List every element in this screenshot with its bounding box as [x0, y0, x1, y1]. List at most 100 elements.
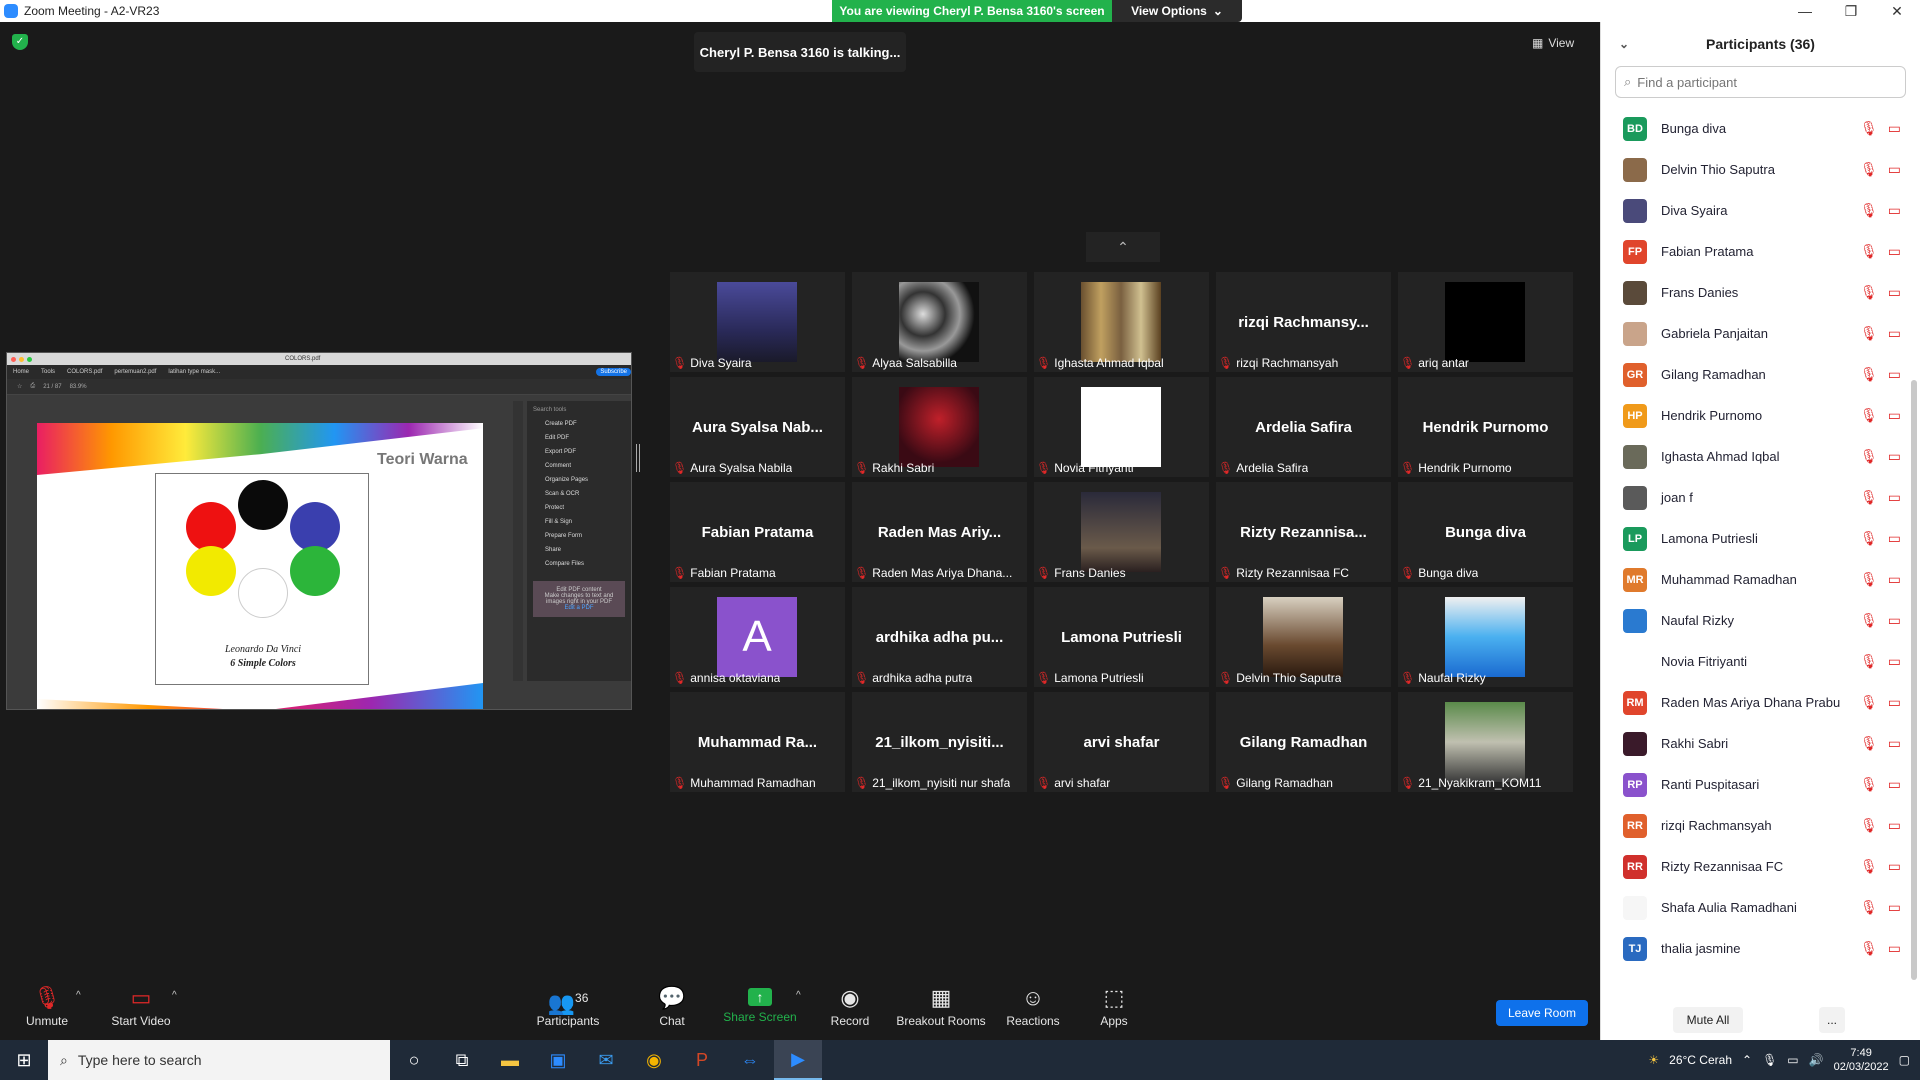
video-tile[interactable]: 🎙 21_Nyakikram_KOM11: [1398, 692, 1573, 792]
mic-tray-icon[interactable]: 🎙: [1762, 1053, 1777, 1067]
participant-row[interactable]: Rakhi Sabri 🎙 ▭: [1601, 723, 1911, 764]
video-tile[interactable]: 🎙 Ighasta Ahmad Iqbal: [1034, 272, 1209, 372]
video-thumbnail: [1445, 702, 1525, 782]
file-explorer-icon[interactable]: ▬: [486, 1040, 534, 1080]
video-tile[interactable]: rizqi Rachmansy... 🎙 rizqi Rachmansyah: [1216, 272, 1391, 372]
cortana-icon[interactable]: ○: [390, 1040, 438, 1080]
tray-chevron-icon[interactable]: ⌃: [1742, 1053, 1752, 1067]
network-icon[interactable]: ▭: [1787, 1053, 1798, 1067]
breakout-rooms-button[interactable]: ▦ Breakout Rooms: [896, 986, 986, 1029]
mac-close-icon: [11, 356, 16, 362]
video-tile[interactable]: Hendrik Purnomo 🎙 Hendrik Purnomo: [1398, 377, 1573, 477]
volume-icon[interactable]: 🔊: [1809, 1053, 1824, 1067]
participant-row[interactable]: RR rizqi Rachmansyah 🎙 ▭: [1601, 805, 1911, 846]
video-tile[interactable]: Bunga diva 🎙 Bunga diva: [1398, 482, 1573, 582]
video-tile[interactable]: Raden Mas Ariy... 🎙 Raden Mas Ariya Dhana.…: [852, 482, 1027, 582]
participant-row[interactable]: Novia Fitriyanti 🎙 ▭: [1601, 641, 1911, 682]
leave-room-button[interactable]: Leave Room: [1496, 1000, 1588, 1026]
encryption-shield-icon[interactable]: ✓: [12, 34, 28, 50]
video-tile[interactable]: Lamona Putriesli 🎙 Lamona Putriesli: [1034, 587, 1209, 687]
video-tile[interactable]: 21_ilkom_nyisiti... 🎙 21_ilkom_nyisiti nur…: [852, 692, 1027, 792]
windows-start-button[interactable]: ⊞: [0, 1040, 48, 1080]
participant-row[interactable]: LP Lamona Putriesli 🎙 ▭: [1601, 518, 1911, 559]
video-tile[interactable]: 🎙 Naufal Rizky: [1398, 587, 1573, 687]
participant-row[interactable]: RP Ranti Puspitasari 🎙 ▭: [1601, 764, 1911, 805]
participant-row[interactable]: FP Fabian Pratama 🎙 ▭: [1601, 231, 1911, 272]
record-button[interactable]: ◉ Record: [826, 986, 874, 1029]
video-tile[interactable]: 🎙 Frans Danies: [1034, 482, 1209, 582]
participant-row[interactable]: Delvin Thio Saputra 🎙 ▭: [1601, 149, 1911, 190]
more-options-button[interactable]: ...: [1819, 1007, 1845, 1033]
acrobat-tab: latihan type mask...: [168, 369, 221, 375]
video-tile[interactable]: 🎙 ariq antar: [1398, 272, 1573, 372]
view-options-button[interactable]: View Options ⌄: [1112, 0, 1242, 22]
video-tile[interactable]: 🎙 Rakhi Sabri: [852, 377, 1027, 477]
video-tile[interactable]: A 🎙 annisa oktaviana: [670, 587, 845, 687]
participant-row[interactable]: Gabriela Panjaitan 🎙 ▭: [1601, 313, 1911, 354]
participant-row[interactable]: Naufal Rizky 🎙 ▭: [1601, 600, 1911, 641]
avatar: RP: [1623, 772, 1647, 797]
video-tile[interactable]: 🎙 Novia Fitriyanti: [1034, 377, 1209, 477]
share-screen-button[interactable]: ↑ Share Screen: [722, 986, 798, 1024]
unmute-button[interactable]: 🎙 Unmute: [22, 986, 72, 1029]
video-tile[interactable]: Fabian Pratama 🎙 Fabian Pratama: [670, 482, 845, 582]
participants-button[interactable]: 👥36 Participants: [536, 986, 600, 1028]
participants-scrollbar[interactable]: [1911, 380, 1917, 980]
mute-all-button[interactable]: Mute All: [1673, 1007, 1743, 1033]
apps-button[interactable]: ⬚ Apps: [1096, 986, 1132, 1029]
share-options-caret[interactable]: ^: [796, 990, 801, 1001]
participant-row[interactable]: HP Hendrik Purnomo 🎙 ▭: [1601, 395, 1911, 436]
minimize-button[interactable]: —: [1782, 0, 1828, 22]
video-options-caret[interactable]: ^: [172, 990, 177, 1001]
participant-row[interactable]: Frans Danies 🎙 ▭: [1601, 272, 1911, 313]
participant-row[interactable]: RR Rizty Rezannisaa FC 🎙 ▭: [1601, 846, 1911, 887]
participant-row[interactable]: Ighasta Ahmad Iqbal 🎙 ▭: [1601, 436, 1911, 477]
taskbar-search[interactable]: ⌕ Type here to search: [48, 1040, 390, 1080]
participant-status-icons: 🎙 ▭: [1860, 325, 1901, 342]
video-tile[interactable]: ardhika adha pu... 🎙 ardhika adha putra: [852, 587, 1027, 687]
find-participant-field[interactable]: ⌕: [1615, 66, 1906, 98]
gallery-page-up-button[interactable]: ⌃: [1086, 232, 1160, 262]
chrome-icon[interactable]: ◉: [630, 1040, 678, 1080]
task-view-icon[interactable]: ⧉: [438, 1040, 486, 1080]
shared-screen[interactable]: COLORS.pdf Home Tools COLORS.pdf pertemu…: [6, 352, 632, 710]
store-icon[interactable]: ▣: [534, 1040, 582, 1080]
participant-row[interactable]: joan f 🎙 ▭: [1601, 477, 1911, 518]
video-tile[interactable]: arvi shafar 🎙 arvi shafar: [1034, 692, 1209, 792]
video-tile[interactable]: Muhammad Ra... 🎙 Muhammad Ramadhan: [670, 692, 845, 792]
caption-line-1: Leonardo Da Vinci: [224, 644, 302, 655]
video-tile[interactable]: 🎙 Diva Syaira: [670, 272, 845, 372]
mic-muted-icon: 🎙: [1218, 776, 1234, 790]
close-window-button[interactable]: ✕: [1874, 0, 1920, 22]
participant-row[interactable]: TJ thalia jasmine 🎙 ▭: [1601, 928, 1911, 969]
powerpoint-icon[interactable]: P: [678, 1040, 726, 1080]
participant-name: Diva Syaira: [1661, 203, 1728, 218]
video-tile[interactable]: Aura Syalsa Nab... 🎙 Aura Syalsa Nabila: [670, 377, 845, 477]
participant-row[interactable]: RM Raden Mas Ariya Dhana Prabu 🎙 ▭: [1601, 682, 1911, 723]
audio-options-caret[interactable]: ^: [76, 990, 81, 1001]
zoom-taskbar-icon[interactable]: ▶: [774, 1040, 822, 1080]
start-video-button[interactable]: ▭ Start Video: [106, 986, 176, 1029]
mail-icon[interactable]: ✉: [582, 1040, 630, 1080]
mic-muted-icon: 🎙: [1400, 776, 1416, 790]
participant-row[interactable]: Diva Syaira 🎙 ▭: [1601, 190, 1911, 231]
clock[interactable]: 7:49 02/03/2022: [1834, 1046, 1889, 1074]
find-participant-input[interactable]: [1637, 74, 1878, 90]
participant-row[interactable]: GR Gilang Ramadhan 🎙 ▭: [1601, 354, 1911, 395]
maximize-button[interactable]: ❐: [1828, 0, 1874, 22]
split-resize-handle[interactable]: [636, 444, 640, 472]
video-tile[interactable]: Rizty Rezannisa... 🎙 Rizty Rezannisaa FC: [1216, 482, 1391, 582]
video-tile[interactable]: 🎙 Alyaa Salsabilla: [852, 272, 1027, 372]
reactions-button[interactable]: ☺ Reactions: [1004, 986, 1062, 1029]
chat-button[interactable]: 💬 Chat: [652, 986, 692, 1029]
participant-row[interactable]: MR Muhammad Ramadhan 🎙 ▭: [1601, 559, 1911, 600]
participant-row[interactable]: Shafa Aulia Ramadhani 🎙 ▭: [1601, 887, 1911, 928]
video-tile[interactable]: Gilang Ramadhan 🎙 Gilang Ramadhan: [1216, 692, 1391, 792]
collapse-chevron-icon[interactable]: ⌄: [1619, 37, 1629, 51]
view-button[interactable]: ▦ View: [1532, 32, 1592, 54]
video-tile[interactable]: 🎙 Delvin Thio Saputra: [1216, 587, 1391, 687]
video-tile[interactable]: Ardelia Safira 🎙 Ardelia Safira: [1216, 377, 1391, 477]
teamviewer-icon[interactable]: ⇔: [726, 1040, 774, 1080]
participant-row[interactable]: BD Bunga diva 🎙 ▭: [1601, 108, 1911, 149]
notifications-icon[interactable]: ▢: [1899, 1053, 1910, 1067]
